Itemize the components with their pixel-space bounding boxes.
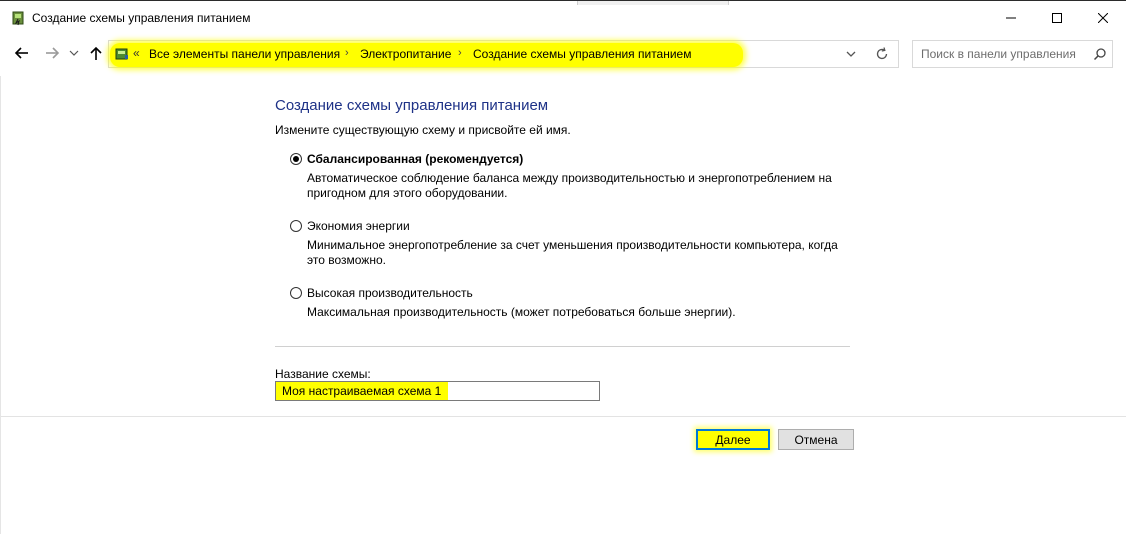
breadcrumb-separator[interactable]: › <box>345 47 349 59</box>
radio-power-saver[interactable] <box>290 220 302 232</box>
minimize-icon <box>1006 17 1016 19</box>
address-bar[interactable]: « Все элементы панели управления › Элект… <box>108 40 899 68</box>
maximize-button[interactable] <box>1034 1 1080 35</box>
breadcrumb-separator[interactable]: › <box>458 47 462 59</box>
page-subtitle: Измените существующую схему и присвойте … <box>275 123 571 137</box>
option-balanced-label[interactable]: Сбалансированная (рекомендуется) <box>307 152 523 166</box>
window-title: Создание схемы управления питанием <box>32 11 251 25</box>
radio-balanced[interactable] <box>290 153 302 165</box>
recent-locations-button[interactable] <box>67 41 81 65</box>
next-button[interactable]: Далее <box>696 429 770 450</box>
breadcrumb-prefix: « <box>133 46 140 60</box>
breadcrumb-all-items[interactable]: Все элементы панели управления <box>149 47 340 61</box>
up-button[interactable] <box>84 41 108 65</box>
search-box[interactable] <box>912 40 1113 68</box>
close-button[interactable] <box>1080 1 1126 35</box>
page-title: Создание схемы управления питанием <box>275 97 549 114</box>
plan-name-field[interactable]: Моя настраиваемая схема 1 <box>275 381 600 401</box>
plan-name-label: Название схемы: <box>275 367 371 381</box>
arrow-right-icon <box>46 47 60 59</box>
breadcrumb-power-options[interactable]: Электропитание <box>360 47 451 61</box>
arrow-up-icon <box>90 46 102 60</box>
search-input[interactable] <box>921 47 1081 61</box>
breadcrumb-create-plan[interactable]: Создание схемы управления питанием <box>473 47 691 61</box>
content-area: Создание схемы управления питанием Измен… <box>0 76 1126 534</box>
back-button[interactable] <box>10 41 34 65</box>
divider <box>275 346 850 347</box>
option-balanced-description: Автоматическое соблюдение баланса между … <box>307 171 832 200</box>
search-icon[interactable] <box>1093 47 1107 61</box>
option-power-saver-description: Минимальное энергопотребление за счет ум… <box>307 238 838 267</box>
cancel-button[interactable]: Отмена <box>778 429 854 450</box>
option-high-performance-description: Максимальная производительность (может п… <box>307 305 736 319</box>
maximize-icon <box>1052 13 1062 23</box>
chevron-down-icon <box>69 50 79 56</box>
option-high-performance-label[interactable]: Высокая производительность <box>307 286 473 300</box>
option-power-saver-label[interactable]: Экономия энергии <box>307 219 410 233</box>
control-panel-icon <box>115 48 128 60</box>
radio-high-performance[interactable] <box>290 287 302 299</box>
minimize-button[interactable] <box>988 1 1034 35</box>
power-options-icon <box>12 11 24 26</box>
refresh-icon[interactable] <box>874 46 890 62</box>
background-window-edge <box>577 1 729 5</box>
plan-name-value[interactable]: Моя настраиваемая схема 1 <box>282 384 441 398</box>
navigation-bar: « Все элементы панели управления › Элект… <box>0 35 1126 76</box>
forward-button[interactable] <box>40 41 64 65</box>
title-bar: Создание схемы управления питанием <box>0 0 1126 35</box>
close-icon <box>1098 13 1108 23</box>
arrow-left-icon <box>14 47 28 59</box>
footer-divider <box>1 416 1126 417</box>
address-dropdown-icon[interactable] <box>843 46 859 62</box>
